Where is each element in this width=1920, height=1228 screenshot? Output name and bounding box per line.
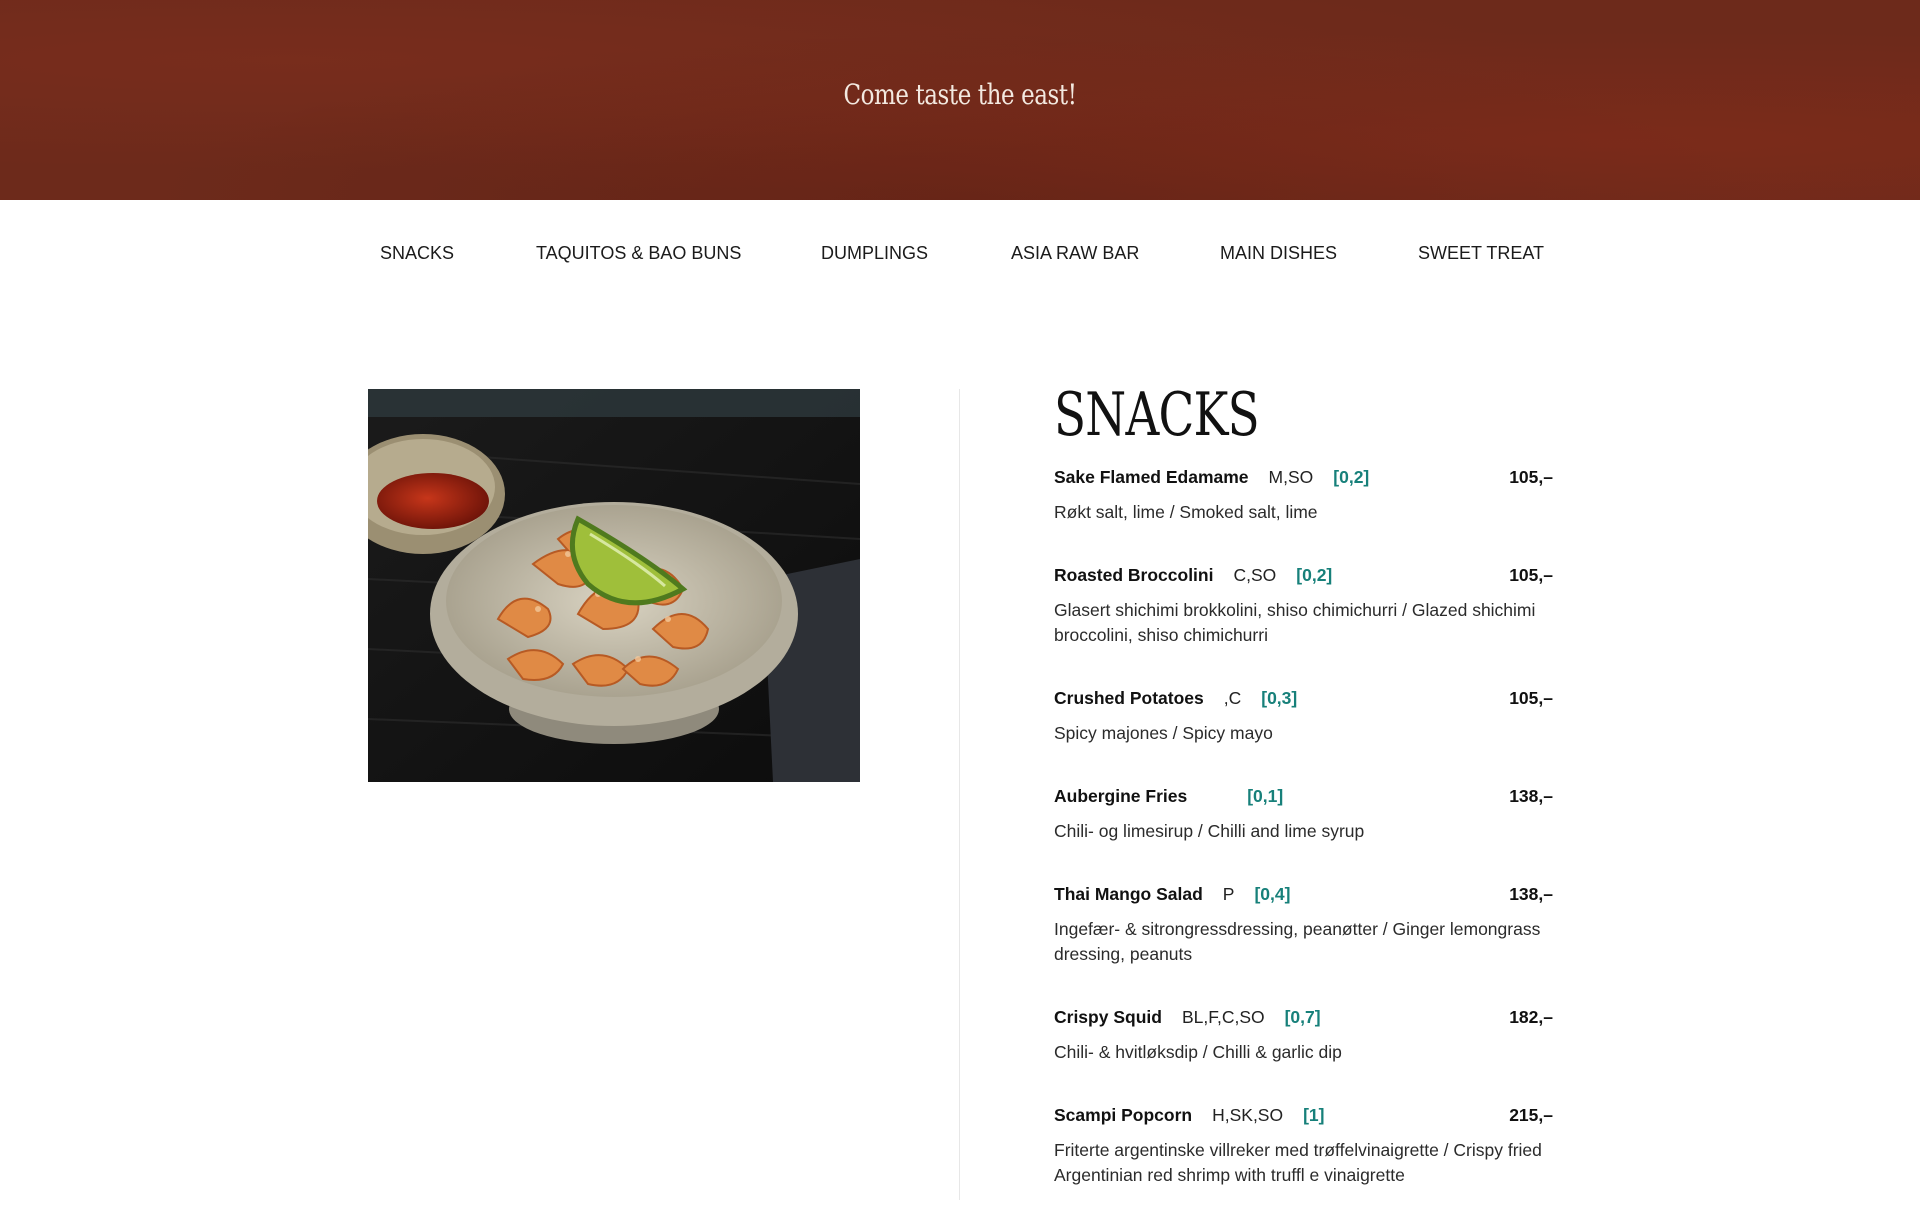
item-rating: [0,2]	[1296, 565, 1333, 585]
menu-item: Crispy Squid BL,F,C,SO [0,7] 182,– Chili…	[1054, 1007, 1553, 1065]
item-name: Scampi Popcorn	[1054, 1105, 1193, 1125]
item-name: Crispy Squid	[1054, 1007, 1162, 1027]
snacks-photo	[368, 389, 860, 782]
item-name: Thai Mango Salad	[1054, 884, 1203, 904]
item-allergens: ,C	[1223, 688, 1242, 708]
item-rating: [0,3]	[1261, 688, 1298, 708]
item-rating: [0,2]	[1333, 467, 1370, 487]
item-price: 182,–	[1509, 1007, 1553, 1027]
menu-item: Thai Mango Salad P [0,4] 138,– Ingefær- …	[1054, 884, 1553, 967]
nav-item-main-dishes[interactable]: MAIN DISHES	[1220, 243, 1337, 264]
menu-item: Scampi Popcorn H,SK,SO [1] 215,– Fritert…	[1054, 1105, 1553, 1188]
item-price: 138,–	[1509, 884, 1553, 904]
item-rating: [0,4]	[1254, 884, 1291, 904]
column-divider	[959, 389, 960, 1200]
item-name: Roasted Broccolini	[1054, 565, 1214, 585]
item-rating: [0,1]	[1247, 786, 1284, 806]
item-allergens: H,SK,SO	[1212, 1105, 1284, 1125]
nav-item-dumplings[interactable]: DUMPLINGS	[821, 243, 928, 264]
hero-banner: Come taste the east!	[0, 0, 1920, 200]
menu-item: Aubergine Fries [0,1] 138,– Chili- og li…	[1054, 786, 1553, 844]
item-description: Spicy majones / Spicy mayo	[1054, 723, 1273, 743]
item-price: 215,–	[1509, 1105, 1553, 1125]
item-rating: [1]	[1303, 1105, 1325, 1125]
item-description: Chili- & hvitløksdip / Chilli & garlic d…	[1054, 1042, 1342, 1062]
item-allergens: M,SO	[1268, 467, 1314, 487]
item-name: Sake Flamed Edamame	[1054, 467, 1249, 487]
item-price: 138,–	[1509, 786, 1553, 806]
item-description: Ingefær- & sitrongressdressing, peanøtte…	[1054, 919, 1541, 964]
menu-item: Crushed Potatoes ,C [0,3] 105,– Spicy ma…	[1054, 688, 1553, 746]
item-allergens: BL,F,C,SO	[1181, 1007, 1265, 1027]
item-price: 105,–	[1509, 467, 1553, 487]
nav-item-asia-raw-bar[interactable]: ASIA RAW BAR	[1011, 243, 1139, 264]
nav-item-taquitos-bao-buns[interactable]: TAQUITOS & BAO BUNS	[536, 243, 741, 264]
item-description: Chili- og limesirup / Chilli and lime sy…	[1054, 821, 1365, 841]
item-price: 105,–	[1509, 565, 1553, 585]
menu-item: Sake Flamed Edamame M,SO [0,2] 105,– Røk…	[1054, 467, 1553, 525]
nav-item-sweet-treat[interactable]: SWEET TREAT	[1418, 243, 1544, 264]
nav-item-snacks[interactable]: SNACKS	[380, 243, 454, 264]
menu-section: SNACKS Sake Flamed Edamame M,SO [0,2] 10…	[1054, 383, 1554, 1228]
item-description: Friterte argentinske villreker med trøff…	[1054, 1140, 1542, 1185]
menu-item: Roasted Broccolini C,SO [0,2] 105,– Glas…	[1054, 565, 1553, 648]
item-name: Crushed Potatoes	[1054, 688, 1204, 708]
item-name: Aubergine Fries	[1054, 786, 1188, 806]
item-description: Røkt salt, lime / Smoked salt, lime	[1054, 502, 1318, 522]
item-allergens: P	[1222, 884, 1235, 904]
category-nav: SNACKS TAQUITOS & BAO BUNS DUMPLINGS ASI…	[0, 243, 1920, 273]
item-price: 105,–	[1509, 688, 1553, 708]
item-allergens: C,SO	[1233, 565, 1277, 585]
section-title: SNACKS	[1054, 380, 1260, 450]
tagline: Come taste the east!	[843, 78, 1077, 111]
item-description: Glasert shichimi brokkolini, shiso chimi…	[1054, 600, 1536, 645]
item-rating: [0,7]	[1284, 1007, 1321, 1027]
